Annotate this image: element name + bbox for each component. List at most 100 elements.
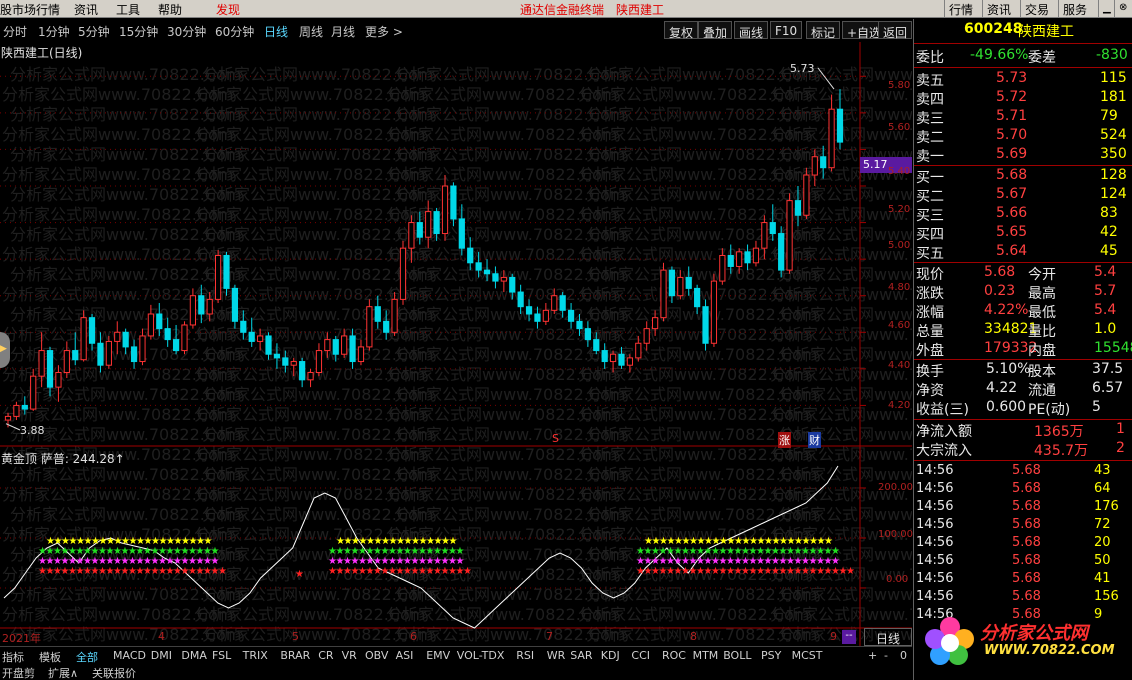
- tab-16[interactable]: WR: [547, 649, 566, 662]
- period-box[interactable]: 日线: [864, 628, 912, 646]
- menu-market[interactable]: 股市场行情: [0, 1, 60, 18]
- tab-21[interactable]: MTM: [693, 649, 719, 662]
- stock-header: 600248 陕西建工: [914, 21, 1132, 41]
- tab-7[interactable]: TRIX: [243, 649, 268, 662]
- tab-22[interactable]: BOLL: [723, 649, 751, 662]
- candle-up: [357, 346, 365, 363]
- ask-price: 5.71: [996, 108, 1028, 124]
- menu-help[interactable]: 帮助: [158, 1, 182, 18]
- tab-11[interactable]: OBV: [365, 649, 388, 662]
- candle-up: [391, 298, 398, 333]
- tab-0[interactable]: 指标: [2, 649, 24, 665]
- bid-vol: 128: [1100, 167, 1127, 183]
- ask-vol: 350: [1100, 146, 1127, 162]
- bid-price: 5.68: [996, 167, 1028, 183]
- minimize-icon[interactable]: ▁: [1098, 0, 1115, 17]
- marker-zhang[interactable]: 涨: [778, 432, 791, 448]
- tab-4[interactable]: DMI: [151, 649, 172, 662]
- tab-9[interactable]: CR: [318, 649, 333, 662]
- tab-1[interactable]: 模板: [39, 649, 61, 665]
- bid-label: 买一: [916, 170, 944, 186]
- ask-vol: 115: [1100, 70, 1127, 86]
- link-terminal[interactable]: 通达信金融终端: [520, 1, 604, 18]
- chart-area[interactable]: 分析家公式网www.70822.Com 分析家公式网www.70822.Com 分析…: [0, 42, 1009, 664]
- candle-up: [290, 361, 297, 366]
- candle-up: [257, 335, 264, 342]
- stat-row: 涨幅 4.22% 最低 5.4: [914, 302, 1132, 321]
- y-tick: 5.40: [888, 166, 911, 177]
- signal-star: ★: [456, 556, 465, 567]
- tab-19[interactable]: CCI: [631, 649, 650, 662]
- bid-row: 买五 5.64 45: [914, 243, 1132, 262]
- ask-label: 卖二: [916, 130, 944, 146]
- month-scroll-handle[interactable]: --: [842, 630, 856, 644]
- period-timeshare[interactable]: 分时: [3, 23, 27, 40]
- expand-left-icon[interactable]: ▶: [0, 332, 10, 368]
- watermark-text: 分析家公式网www.70822.Com: [770, 605, 912, 624]
- period-1min[interactable]: 1分钟: [38, 23, 70, 40]
- tab-12[interactable]: ASI: [396, 649, 414, 662]
- period-more[interactable]: 更多 >: [365, 23, 403, 40]
- zoom-reset-button[interactable]: 0: [900, 649, 907, 662]
- signal-star: ★: [456, 546, 465, 557]
- candle-up: [635, 342, 642, 359]
- tick-row: 14:56 5.68 43: [914, 463, 1132, 482]
- marker-cai[interactable]: 财: [808, 432, 821, 448]
- tab-8[interactable]: BRAR: [280, 649, 310, 662]
- btn-f10[interactable]: F10: [770, 21, 803, 39]
- btn-mark[interactable]: 标记: [806, 21, 841, 40]
- tab-open-cut[interactable]: 开盘剪: [2, 665, 35, 680]
- period-30min[interactable]: 30分钟: [167, 23, 206, 40]
- menu-discover[interactable]: 发现: [216, 1, 240, 18]
- indicator-tabs: 指标 模板 全部 MACD DMI DMA FSL TRIX BRAR CR VR OBV ASI EMV…: [0, 646, 912, 680]
- tab-expand[interactable]: 扩展∧: [48, 665, 78, 680]
- zoom-in-button[interactable]: +: [868, 649, 877, 662]
- btn-news[interactable]: 资讯: [982, 0, 1015, 17]
- tab-17[interactable]: SAR: [570, 649, 592, 662]
- close-icon[interactable]: ⊗: [1114, 0, 1131, 17]
- y-tick: 4.80: [888, 282, 911, 293]
- period-monthly[interactable]: 月线: [331, 23, 355, 40]
- btn-overlay[interactable]: 叠加: [698, 21, 733, 40]
- period-daily[interactable]: 日线: [264, 23, 288, 40]
- btn-quote[interactable]: 行情: [944, 0, 977, 17]
- candle-down: [820, 156, 827, 169]
- tab-6[interactable]: FSL: [212, 649, 231, 662]
- period-weekly[interactable]: 周线: [299, 23, 323, 40]
- bid-vol: 42: [1100, 224, 1118, 240]
- candle-down: [685, 276, 692, 289]
- btn-trade[interactable]: 交易: [1020, 0, 1053, 17]
- btn-fuquan[interactable]: 复权: [664, 21, 699, 40]
- link-stock-name[interactable]: 陕西建工: [616, 1, 664, 18]
- tab-18[interactable]: KDJ: [601, 649, 620, 662]
- btn-draw[interactable]: 画线: [734, 21, 769, 40]
- marker-s[interactable]: S: [552, 432, 559, 445]
- tab-5[interactable]: DMA: [181, 649, 207, 662]
- tab-20[interactable]: ROC: [662, 649, 686, 662]
- tab-15[interactable]: RSI: [516, 649, 534, 662]
- btn-back[interactable]: 返回: [878, 21, 913, 40]
- signal-star: ★: [295, 569, 304, 580]
- period-5min[interactable]: 5分钟: [78, 23, 110, 40]
- menu-tools[interactable]: 工具: [116, 1, 140, 18]
- period-15min[interactable]: 15分钟: [119, 23, 158, 40]
- tab-10[interactable]: VR: [342, 649, 357, 662]
- zoom-out-button[interactable]: -: [884, 649, 888, 662]
- tab-2[interactable]: 全部: [76, 649, 98, 665]
- y-tick: 4.20: [888, 400, 911, 411]
- stat-value: 5.68: [984, 264, 1016, 280]
- tab-14[interactable]: VOL-TDX: [457, 649, 505, 662]
- period-60min[interactable]: 60分钟: [215, 23, 254, 40]
- tab-23[interactable]: PSY: [761, 649, 781, 662]
- tab-24[interactable]: MCST: [792, 649, 823, 662]
- tab-3[interactable]: MACD: [113, 649, 146, 662]
- candle-down: [282, 357, 289, 366]
- menu-news[interactable]: 资讯: [74, 1, 98, 18]
- btn-service[interactable]: 服务: [1058, 0, 1091, 17]
- tab-13[interactable]: EMV: [426, 649, 450, 662]
- tab-related-quote[interactable]: 关联报价: [92, 665, 136, 680]
- tick-row: 14:56 5.68 20: [914, 535, 1132, 554]
- kline-svg[interactable]: 分析家公式网www.70822.Com分析家公式网www.70822.Com分析…: [0, 42, 1009, 664]
- y-tick: 5.00: [888, 240, 911, 251]
- candle-down: [265, 335, 272, 355]
